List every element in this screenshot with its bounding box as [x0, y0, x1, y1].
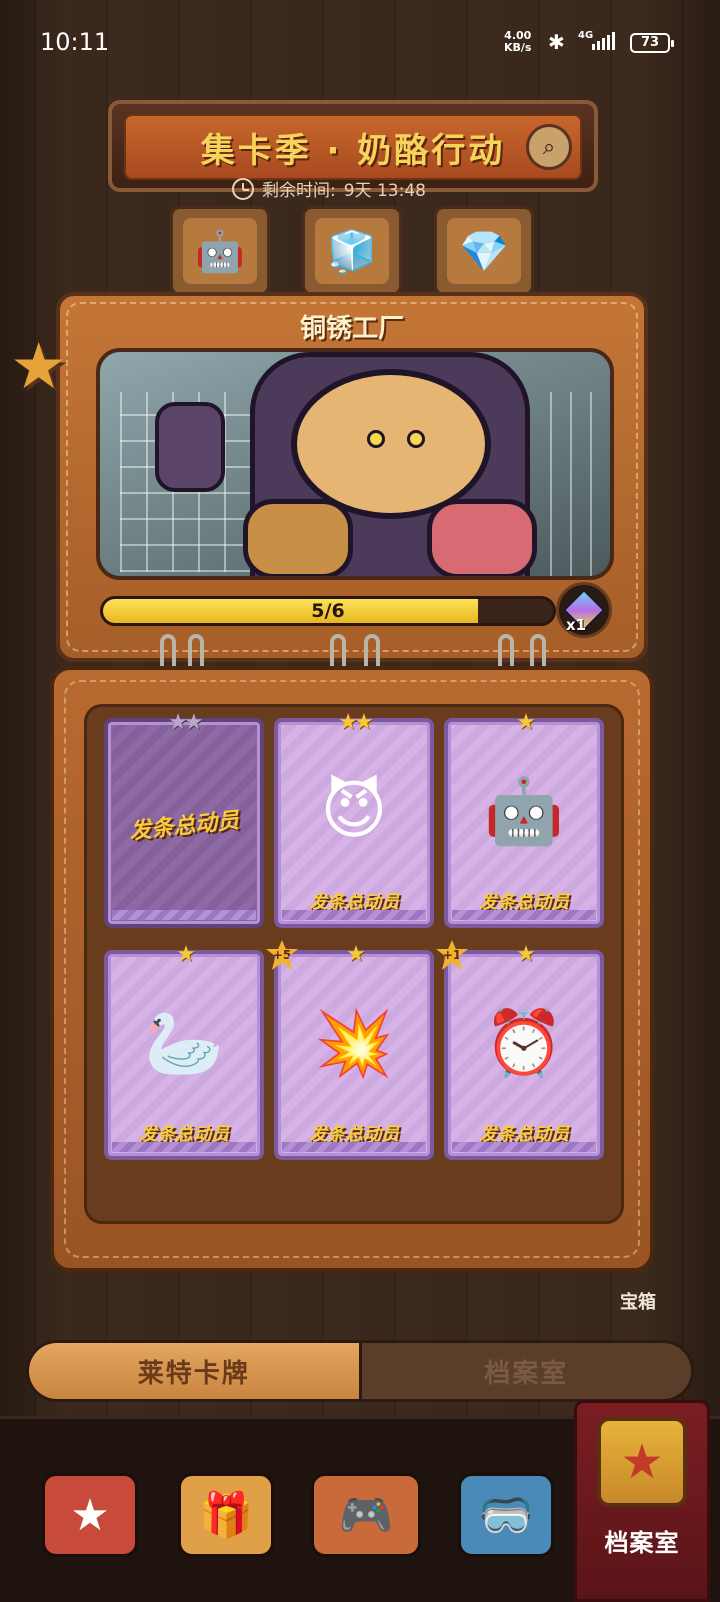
network-type: 4G [578, 30, 594, 41]
goggles-chest-icon: 🥽 [458, 1473, 554, 1557]
mech-leg-right [427, 499, 537, 576]
progress-text: 5/6 [311, 600, 345, 622]
nav-item-shop[interactable]: 🎁 [160, 1435, 292, 1595]
status-bar: 10:11 4.00 KB/s ✱ 4G 73 [0, 0, 720, 86]
remaining-time: 剩余时间: 9天 13:48 [232, 176, 426, 201]
cube-icon: 🧊 [315, 218, 389, 284]
card-slot[interactable]: ★★ 😈 发条总动员 [274, 710, 434, 928]
devil-machine-icon: 😈 [320, 774, 388, 848]
gem-icon: 💎 [447, 218, 521, 284]
card-strip [282, 910, 426, 920]
collection-progress-bar: 5/6 [100, 596, 556, 626]
card-slot[interactable]: ★★ 发条总动员 [104, 710, 264, 928]
reward-cube[interactable]: 🧊 [302, 206, 402, 296]
card-slot[interactable]: ★ ⏰ 发条总动员 +1 [436, 940, 604, 1160]
card-slot[interactable]: ★ 🤖 发条总动员 [444, 710, 604, 928]
card-stars: ★ [346, 942, 366, 967]
tab-archive[interactable]: 档案室 [361, 1343, 691, 1399]
scene-window-right [550, 392, 610, 576]
card-slot[interactable]: ★ 💥 发条总动员 +5 [266, 940, 434, 1160]
gift-box-icon: 🎁 [178, 1473, 274, 1557]
tab-cards[interactable]: 莱特卡牌 [29, 1343, 362, 1399]
reward-count: x1 [566, 616, 587, 634]
network-speed: 4.00 KB/s [504, 30, 531, 54]
network-speed-unit: KB/s [504, 41, 532, 54]
signal-icon [592, 32, 615, 50]
card-stars: ★★ [338, 710, 373, 735]
battery-icon: 73 [630, 33, 674, 53]
card-stars: ★ [516, 710, 536, 735]
factory-panel: 铜锈工厂 5/6 x1 [56, 292, 648, 662]
event-title: 集卡季 · 奶酪行动 [200, 130, 506, 171]
nav-item-home[interactable]: ★ [24, 1435, 156, 1595]
treasure-star-icon: ★ [42, 1473, 138, 1557]
cat-mech-illustration [243, 352, 537, 576]
reward-gem[interactable]: 💎 [434, 206, 534, 296]
bluetooth-icon: ✱ [548, 30, 565, 54]
card-strip [282, 1142, 426, 1152]
factory-illustration [96, 348, 614, 580]
tab-bar: 莱特卡牌 档案室 [26, 1340, 694, 1402]
cannon-icon: 💥 [314, 1006, 394, 1081]
nav-item-battle[interactable]: 🎮 [300, 1435, 432, 1595]
card-strip [452, 1142, 596, 1152]
card-slot[interactable]: ★ 🦢 发条总动员 [104, 942, 264, 1160]
controller-icon: 🎮 [311, 1473, 421, 1557]
timer-label: 剩余时间: [262, 181, 336, 201]
nav-item-archive[interactable]: ★ 档案室 [574, 1400, 710, 1602]
card-series-tag: 发条总动员 [128, 808, 241, 845]
card-strip [452, 910, 596, 920]
card-stars: ★ [516, 942, 536, 967]
alarm-clock-bomb-icon: ⏰ [484, 1006, 564, 1081]
blue-robot-icon: 🤖 [484, 774, 564, 849]
timer-value: 9天 13:48 [343, 181, 426, 201]
clock-icon [232, 177, 254, 200]
archive-box-icon: ★ [597, 1417, 687, 1507]
star-badge-icon: ★ [10, 330, 68, 404]
small-robot-illustration [155, 402, 225, 492]
status-time: 10:11 [40, 28, 110, 56]
factory-name: 铜锈工厂 [299, 314, 404, 344]
nav-archive-label: 档案室 [604, 1529, 680, 1557]
chest-label[interactable]: 宝箱 [620, 1288, 656, 1314]
card-stars: ★ [176, 942, 196, 967]
title-inner: 集卡季 · 奶酪行动 ⌕ [124, 114, 582, 180]
card-stars: ★★ [168, 710, 203, 735]
bird-icon: 🦢 [144, 1006, 224, 1081]
character-avatar-icon: 🤖 [183, 218, 257, 284]
cat-face [367, 430, 427, 470]
mech-dome [291, 369, 491, 519]
reward-row: 🤖 🧊 💎 [0, 206, 720, 296]
reward-character[interactable]: 🤖 [170, 206, 270, 296]
card-strip [112, 1142, 256, 1152]
card-strip [112, 910, 256, 920]
mech-leg-left [243, 499, 353, 576]
search-icon[interactable]: ⌕ [526, 124, 572, 170]
nav-item-upgrade[interactable]: 🥽 [440, 1435, 572, 1595]
